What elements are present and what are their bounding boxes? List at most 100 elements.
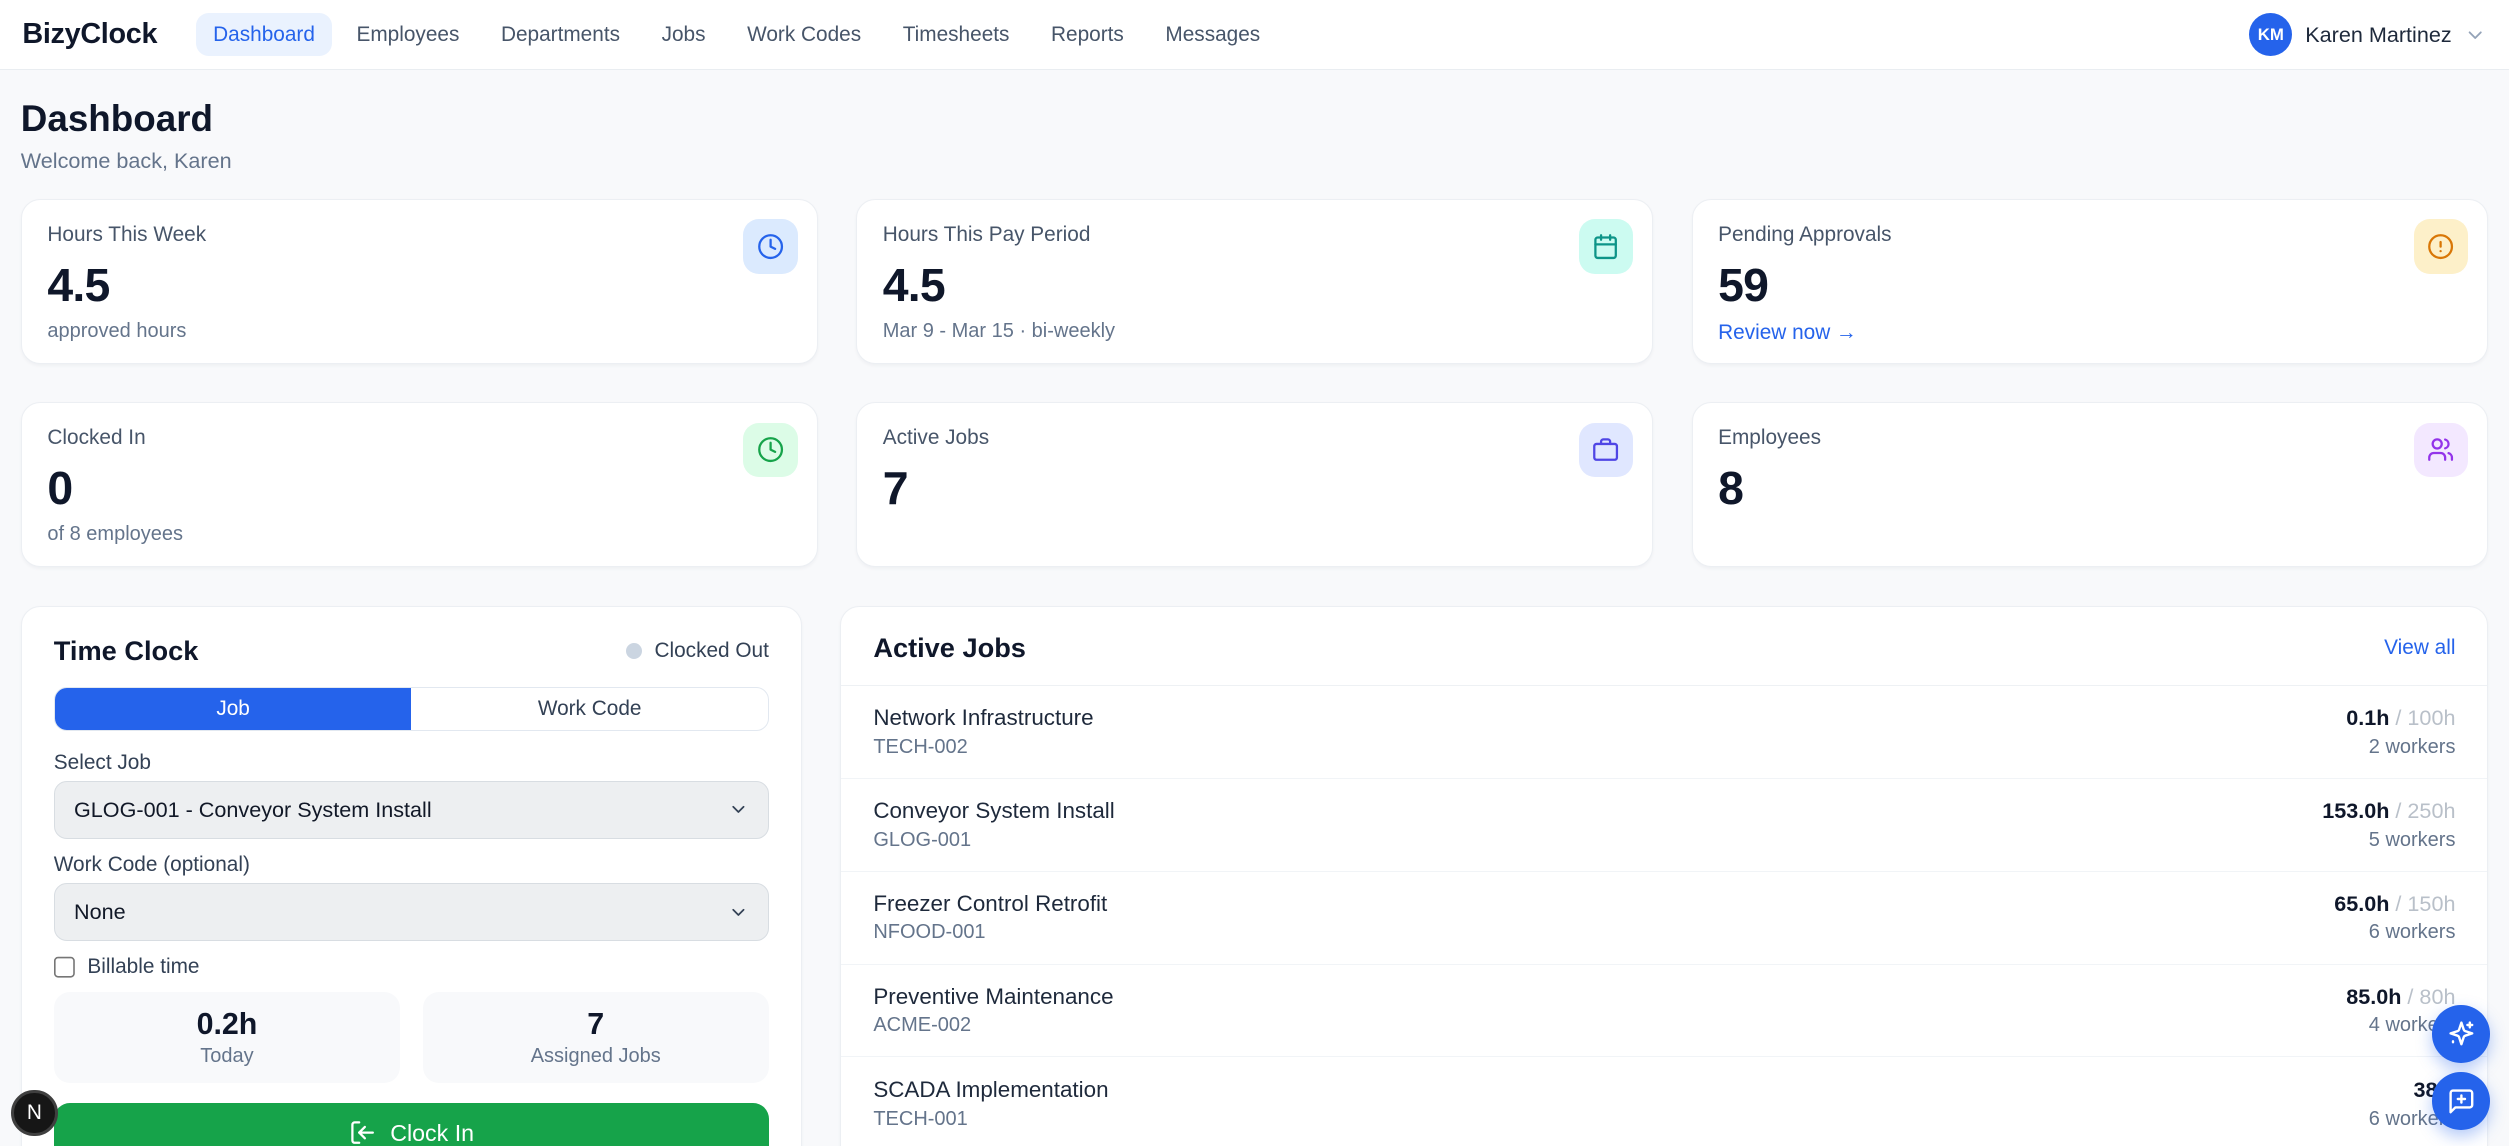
work-code-label: Work Code (optional) — [54, 853, 769, 877]
job-metrics: 153.0h / 250h 5 workers — [2322, 798, 2455, 852]
job-info: Preventive MaintenanceACME-002 — [873, 984, 1113, 1038]
time-clock-mini-stats: 0.2h Today 7 Assigned Jobs — [54, 992, 769, 1083]
mini-stat-label: Today — [200, 1045, 253, 1068]
alert-circle-icon — [2414, 219, 2468, 273]
job-workers: 6 workers — [2334, 921, 2455, 944]
select-job-value: GLOG-001 - Conveyor System Install — [74, 797, 432, 823]
job-row-acme-002[interactable]: Preventive MaintenanceACME-002 85.0h / 80… — [841, 965, 2487, 1058]
ai-assistant-button[interactable] — [2432, 1005, 2490, 1063]
stat-card-hours-this-pay-period: Hours This Pay Period 4.5 Mar 9 - Mar 15 ·… — [856, 199, 1653, 364]
clock-mode-tab-work-code[interactable]: Work Code — [411, 688, 768, 731]
job-row-tech-001[interactable]: SCADA ImplementationTECH-001382.6 worker… — [841, 1057, 2487, 1146]
work-code-value: None — [74, 899, 126, 925]
stat-subtext: Mar 9 - Mar 15 · bi-weekly — [883, 320, 1627, 343]
nav-item-timesheets[interactable]: Timesheets — [885, 13, 1027, 56]
job-name: Network Infrastructure — [873, 705, 1093, 731]
clock-mode-tab-job[interactable]: Job — [55, 688, 412, 731]
billable-time-checkbox[interactable] — [54, 956, 76, 978]
stat-label: Employees — [1718, 426, 2462, 450]
stat-card-active-jobs: Active Jobs 7 — [856, 402, 1653, 567]
status-dot-icon — [626, 643, 642, 659]
status-text: Clocked Out — [654, 639, 768, 663]
stat-value: 8 — [1718, 461, 2462, 515]
stat-label: Hours This Week — [47, 223, 791, 247]
job-name: Freezer Control Retrofit — [873, 891, 1107, 917]
clock-in-button[interactable]: Clock In — [54, 1103, 769, 1146]
clock-mode-toggle: JobWork Code — [54, 687, 769, 732]
stat-card-clocked-in: Clocked In0of 8 employees — [21, 402, 818, 567]
stat-label: Pending Approvals — [1718, 223, 2462, 247]
mini-stat-label: Assigned Jobs — [531, 1045, 661, 1068]
job-code: ACME-002 — [873, 1014, 1113, 1037]
stat-card-pending-approvals: Pending Approvals 59 Review now → — [1692, 199, 2489, 364]
app-logo: BizyClock — [22, 18, 157, 51]
stats-grid: Hours This Week4.5approved hoursHours Th… — [21, 199, 2489, 567]
user-menu[interactable]: KM Karen Martinez — [2249, 13, 2487, 56]
page-head: Dashboard Welcome back, Karen — [21, 98, 2489, 174]
job-row-tech-002[interactable]: Network Infrastructure TECH-002 0.1h / 100… — [841, 686, 2487, 779]
main-content: Dashboard Welcome back, Karen Hours This… — [0, 98, 2509, 1146]
job-hours: 85.0h / 80h — [2346, 984, 2455, 1010]
job-info: SCADA ImplementationTECH-001 — [873, 1077, 1108, 1131]
dev-tools-badge[interactable]: N — [11, 1090, 57, 1136]
job-code: TECH-001 — [873, 1108, 1108, 1131]
job-hours: 153.0h / 250h — [2322, 798, 2455, 824]
job-row-glog-001[interactable]: Conveyor System InstallGLOG-001 153.0h / … — [841, 779, 2487, 872]
time-clock-title: Time Clock — [54, 635, 199, 667]
users-icon — [2414, 423, 2468, 477]
clock-status: Clocked Out — [626, 639, 769, 663]
select-job-dropdown[interactable]: GLOG-001 - Conveyor System Install — [54, 781, 769, 839]
mini-stat-value: 0.2h — [197, 1007, 258, 1042]
stat-value: 7 — [883, 461, 1627, 515]
nav-item-jobs[interactable]: Jobs — [644, 13, 723, 56]
avatar[interactable]: KM — [2249, 13, 2292, 56]
job-hours: 0.1h / 100h — [2346, 705, 2455, 731]
mini-stat-value: 7 — [587, 1007, 604, 1042]
new-message-button[interactable] — [2432, 1072, 2490, 1130]
chevron-down-icon — [728, 799, 749, 820]
job-row-nfood-001[interactable]: Freezer Control RetrofitNFOOD-00165.0h /… — [841, 872, 2487, 965]
nav-item-dashboard[interactable]: Dashboard — [196, 13, 333, 56]
stat-value: 4.5 — [47, 258, 791, 312]
nav-item-employees[interactable]: Employees — [339, 13, 477, 56]
active-jobs-panel: Active Jobs View all Network Infrastruct… — [840, 606, 2488, 1146]
job-name: Conveyor System Install — [873, 798, 1114, 824]
stat-card-employees: Employees 8 — [1692, 402, 2489, 567]
billable-time-label: Billable time — [87, 955, 199, 979]
job-code: TECH-002 — [873, 736, 1093, 759]
panels-row: Time Clock Clocked Out JobWork Code Sele… — [21, 606, 2489, 1146]
select-job-label: Select Job — [54, 751, 769, 775]
calendar-icon — [1579, 219, 1633, 273]
stat-label: Active Jobs — [883, 426, 1627, 450]
clock-icon — [743, 423, 797, 477]
work-code-dropdown[interactable]: None — [54, 883, 769, 941]
stat-value: 59 — [1718, 258, 2462, 312]
time-clock-panel: Time Clock Clocked Out JobWork Code Sele… — [21, 606, 802, 1146]
clock-in-label: Clock In — [390, 1120, 474, 1146]
nav-item-reports[interactable]: Reports — [1033, 13, 1141, 56]
clock-in-icon — [349, 1119, 376, 1146]
job-budget: / 150h — [2389, 891, 2455, 916]
stat-subtext: of 8 employees — [47, 523, 791, 546]
nav-item-work-codes[interactable]: Work Codes — [730, 13, 879, 56]
review-now-link[interactable]: Review now → — [1718, 321, 1857, 345]
view-all-link[interactable]: View all — [2384, 636, 2455, 660]
active-jobs-title: Active Jobs — [873, 632, 1026, 664]
job-metrics: 65.0h / 150h6 workers — [2334, 891, 2455, 945]
job-budget: / 250h — [2389, 798, 2455, 823]
stat-card-hours-this-week: Hours This Week 4.5 approved hours — [21, 199, 818, 364]
chevron-down-icon — [2464, 24, 2486, 46]
nav-item-messages[interactable]: Messages — [1148, 13, 1278, 56]
job-info: Conveyor System InstallGLOG-001 — [873, 798, 1114, 852]
job-code: NFOOD-001 — [873, 921, 1107, 944]
job-metrics: 0.1h / 100h2 workers — [2346, 705, 2455, 759]
nav-item-departments[interactable]: Departments — [483, 13, 637, 56]
stat-label: Hours This Pay Period — [883, 223, 1627, 247]
page-title: Dashboard — [21, 98, 2489, 140]
job-list: Network Infrastructure TECH-002 0.1h / 100… — [841, 686, 2487, 1146]
job-workers: 5 workers — [2322, 829, 2455, 852]
dashboard-page: BizyClock DashboardEmployeesDepartmentsJ… — [0, 0, 2509, 1146]
job-budget: / 100h — [2389, 705, 2455, 730]
stat-subtext: approved hours — [47, 320, 791, 343]
stat-value: 4.5 — [883, 258, 1627, 312]
